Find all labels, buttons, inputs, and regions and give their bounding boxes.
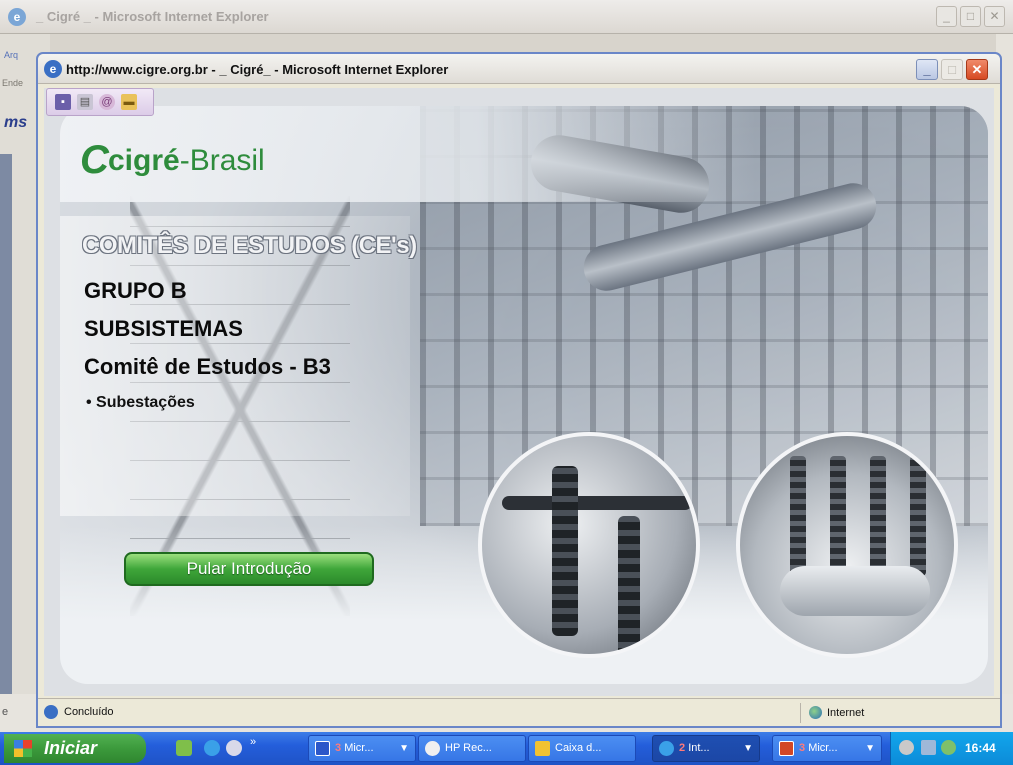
chevron-down-icon: ▼ (865, 743, 875, 754)
ie-icon: e (8, 8, 26, 26)
taskbar-button-powerpoint[interactable]: 3 Micr... ▼ (772, 735, 882, 762)
taskbar-button-label: Micr... (344, 742, 374, 754)
ie-icon: e (44, 60, 62, 78)
tray-user-icon[interactable] (941, 740, 956, 755)
cigre-logo-text: cigré-Brasil (108, 144, 265, 177)
chevron-down-icon: ▼ (399, 743, 409, 754)
popup-title: http://www.cigre.org.br - _ Cigré_ - Mic… (66, 62, 449, 77)
inbox-icon (535, 741, 550, 756)
status-text: Concluído (64, 706, 114, 718)
taskbar-button-label: Caixa d... (555, 742, 602, 754)
minimize-button[interactable]: _ (916, 59, 938, 80)
print-icon[interactable]: ▤ (77, 94, 93, 110)
group-title: GRUPO B (84, 278, 187, 303)
back-address-fragment: Ende (2, 78, 24, 88)
taskbar-button-label: HP Rec... (445, 742, 492, 754)
start-label: Iniciar (44, 738, 98, 758)
back-status-icon: e (2, 706, 9, 718)
taskbar-button-word[interactable]: 3 Micr... ▼ (308, 735, 416, 762)
taskbar-group-count: 3 (799, 742, 806, 754)
clock[interactable]: 16:44 (965, 741, 996, 755)
back-close-button[interactable]: ✕ (984, 6, 1005, 27)
taskbar-button-inbox[interactable]: Caixa d... (528, 735, 636, 762)
chevron-down-icon: ▼ (743, 743, 753, 754)
substation-photo-circle-2 (736, 432, 958, 658)
substation-photo-circle-1 (478, 432, 700, 658)
close-button[interactable]: ✕ (966, 59, 988, 80)
tray-network-icon[interactable] (921, 740, 936, 755)
popup-window: e http://www.cigre.org.br - _ Cigré_ - M… (36, 52, 1002, 728)
page-toolbar: ▪ ▤ @ ▬ (46, 88, 154, 116)
save-icon[interactable]: ▪ (55, 94, 71, 110)
back-page-strip (0, 154, 12, 694)
subsystems-title: SUBSISTEMAS (84, 316, 243, 341)
folder-icon[interactable]: ▬ (121, 94, 137, 110)
photo-insulator (790, 456, 806, 576)
committees-heading: COMITÊS DE ESTUDOS (CE's) (82, 232, 417, 259)
committee-title: Comitê de Estudos - B3 (84, 354, 331, 379)
intro-banner: C cigré-Brasil COMITÊS DE ESTUDOS (CE's)… (60, 106, 988, 684)
skip-intro-button[interactable]: Pular Introdução (124, 552, 374, 586)
ie-icon (659, 741, 674, 756)
tray-volume-icon[interactable] (899, 740, 914, 755)
photo-insulator (910, 456, 926, 576)
photo-insulator (870, 456, 886, 576)
cigre-brasil-logo: C cigré-Brasil (80, 132, 310, 188)
security-zone: Internet (800, 703, 996, 723)
quicklaunch-desktop-icon[interactable] (176, 740, 192, 756)
photo-insulator (618, 516, 640, 654)
back-minimize-button[interactable]: _ (936, 6, 957, 27)
back-menu-fragment[interactable]: Arq (4, 50, 18, 60)
page-content: C cigré-Brasil COMITÊS DE ESTUDOS (CE's)… (44, 88, 994, 696)
back-window-titlebar[interactable]: e _ Cigré _ - Microsoft Internet Explore… (0, 0, 1013, 34)
system-tray: 16:44 (890, 732, 1013, 765)
photo-tank (780, 566, 930, 616)
photo-arm (502, 496, 692, 510)
photo-insulator (552, 466, 578, 636)
popup-titlebar[interactable]: e http://www.cigre.org.br - _ Cigré_ - M… (38, 54, 1000, 84)
windows-flag-icon (14, 740, 32, 757)
quicklaunch-media-icon[interactable] (226, 740, 242, 756)
taskbar-group-count: 2 (679, 742, 686, 754)
page-done-icon (44, 705, 58, 719)
mail-icon[interactable]: @ (99, 94, 115, 110)
quicklaunch-more-icon[interactable]: » (250, 736, 270, 756)
hp-icon (425, 741, 440, 756)
maximize-button[interactable]: □ (941, 59, 963, 80)
powerpoint-icon (779, 741, 794, 756)
taskbar-group-count: 3 (335, 742, 342, 754)
taskbar-button-ie[interactable]: 2 Int... ▼ (652, 735, 760, 762)
back-window-title: _ Cigré _ - Microsoft Internet Explorer (36, 9, 269, 24)
start-button[interactable]: Iniciar (4, 734, 146, 763)
zone-text: Internet (827, 707, 865, 719)
back-maximize-button[interactable]: □ (960, 6, 981, 27)
substations-bullet: • Subestações (86, 394, 195, 411)
taskbar-button-label: Int... (688, 742, 710, 754)
taskbar-button-label: Micr... (808, 742, 838, 754)
taskbar-button-hp[interactable]: HP Rec... (418, 735, 526, 762)
popup-statusbar: Concluído Internet (38, 698, 1000, 726)
taskbar: Iniciar » 3 Micr... ▼ HP Rec... Caixa d.… (0, 732, 1013, 765)
photo-insulator (830, 456, 846, 576)
quicklaunch-ie-icon[interactable] (204, 740, 220, 756)
globe-icon (809, 706, 822, 719)
word-icon (315, 741, 330, 756)
back-logo-fragment: ms (4, 114, 28, 131)
